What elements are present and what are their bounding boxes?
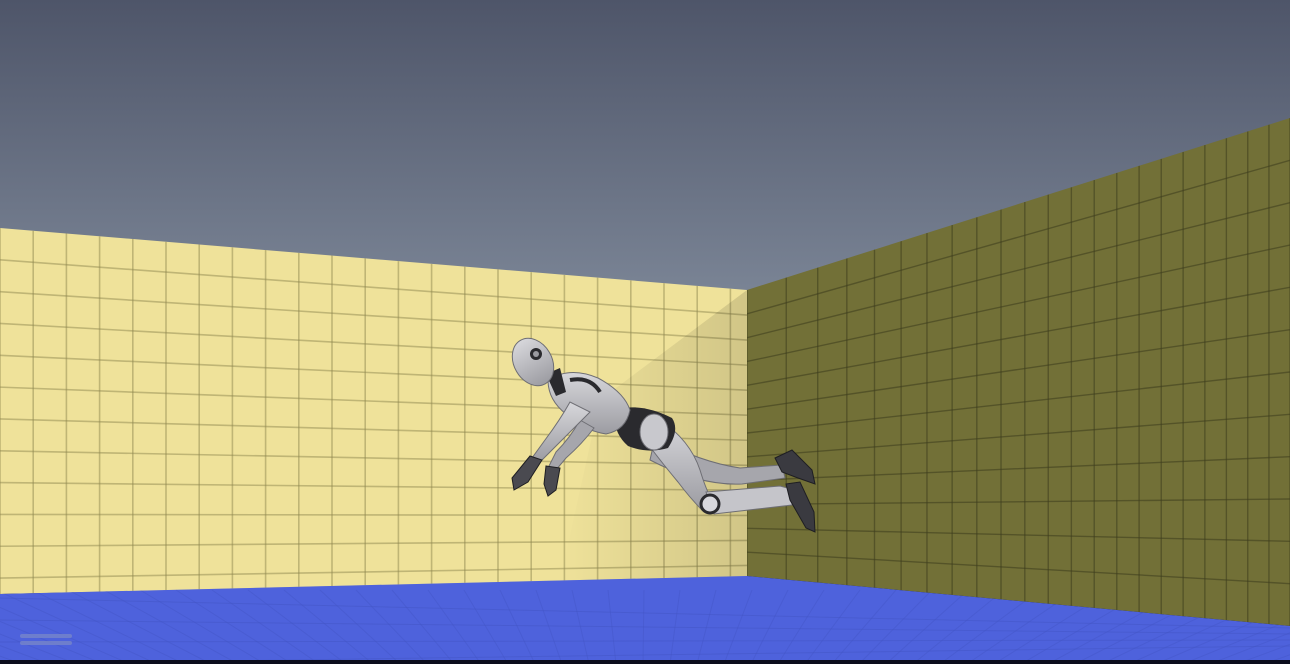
game-viewport[interactable] — [0, 0, 1290, 664]
viewport-bottom-edge — [0, 660, 1290, 664]
menu-bar-lower — [20, 641, 72, 645]
menu-bars-icon — [20, 634, 72, 638]
scene-canvas — [0, 0, 1290, 664]
hud-menu-indicator[interactable] — [20, 632, 72, 648]
